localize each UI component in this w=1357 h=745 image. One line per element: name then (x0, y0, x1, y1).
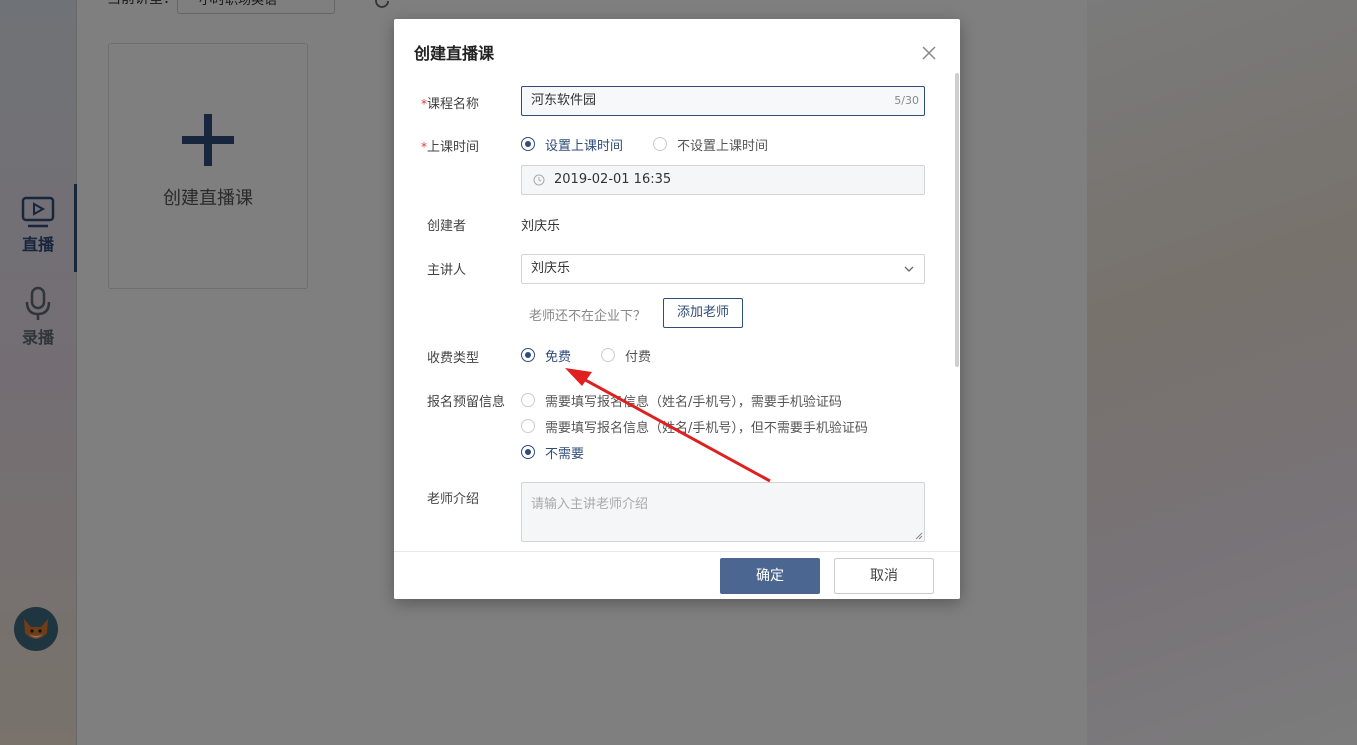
lecturer-value: 刘庆乐 (531, 261, 571, 276)
chevron-down-icon (904, 266, 914, 272)
radio-signup-with-code[interactable] (521, 393, 535, 407)
radio-label: 不需要 (545, 447, 585, 462)
radio-label: 设置上课时间 (545, 139, 624, 154)
creator-value: 刘庆乐 (521, 219, 561, 234)
scrollbar[interactable] (955, 73, 959, 367)
radio-label: 不设置上课时间 (677, 139, 769, 154)
close-icon[interactable] (921, 45, 937, 61)
cancel-button[interactable]: 取消 (834, 558, 934, 594)
lecturer-select[interactable]: 刘庆乐 (521, 254, 925, 284)
add-teacher-button[interactable]: 添加老师 (663, 298, 743, 328)
radio-label: 需要填写报名信息（姓名/手机号），需要手机验证码 (545, 395, 842, 410)
teacher-intro-textarea[interactable]: 请输入主讲老师介绍 (521, 482, 925, 542)
fee-type-label: 收费类型 (427, 351, 480, 366)
radio-label: 免费 (545, 350, 572, 365)
char-counter: 5/30 (894, 94, 919, 107)
teacher-hint: 老师还不在企业下？ (529, 309, 647, 324)
radio-set-class-time[interactable] (521, 137, 535, 151)
resize-handle-icon[interactable] (915, 532, 923, 540)
radio-signup-no-code[interactable] (521, 419, 535, 433)
teacher-intro-label: 老师介绍 (427, 492, 480, 507)
clock-icon (533, 174, 545, 186)
radio-free[interactable] (521, 348, 535, 362)
confirm-button[interactable]: 确定 (720, 558, 820, 594)
datetime-picker[interactable]: 2019-02-01 16:35 (521, 165, 925, 195)
dialog-footer: 确定 取消 (394, 551, 960, 599)
creator-label: 创建者 (427, 219, 467, 234)
dialog-body: *课程名称 河东软件园 5/30 *上课时间 设置上课时间 不设置上课时间 20… (394, 73, 954, 551)
radio-signup-none[interactable] (521, 445, 535, 459)
radio-no-class-time[interactable] (653, 137, 667, 151)
dialog-title: 创建直播课 (414, 44, 495, 63)
lecturer-label: 主讲人 (427, 263, 467, 278)
radio-paid[interactable] (601, 348, 615, 362)
teacher-intro-placeholder: 请输入主讲老师介绍 (531, 497, 649, 512)
signup-info-label: 报名预留信息 (427, 395, 506, 410)
datetime-value: 2019-02-01 16:35 (554, 172, 672, 187)
class-time-label: *上课时间 (421, 140, 480, 155)
radio-label: 需要填写报名信息（姓名/手机号），但不需要手机验证码 (545, 421, 868, 436)
course-name-label: *课程名称 (421, 97, 480, 112)
radio-label: 付费 (625, 350, 652, 365)
course-name-value: 河东软件园 (531, 93, 597, 108)
course-name-input[interactable]: 河东软件园 5/30 (521, 86, 925, 116)
create-live-course-dialog: 创建直播课 *课程名称 河东软件园 5/30 *上课时间 设置上课时间 不设置上… (394, 19, 960, 599)
